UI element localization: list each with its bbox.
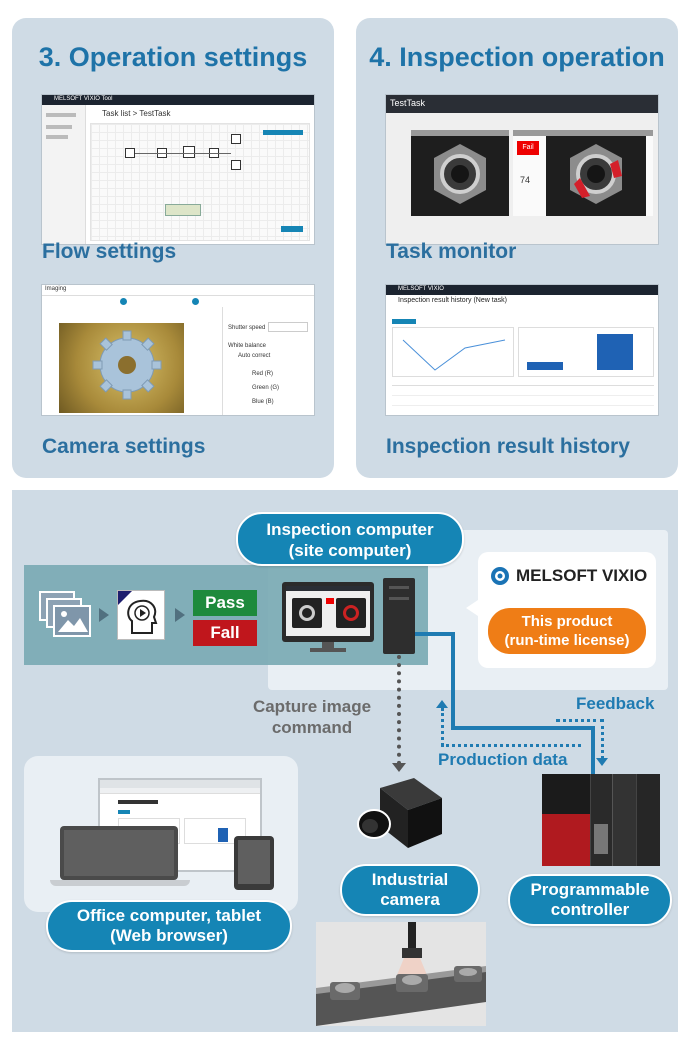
- pass-badge: Pass: [193, 590, 257, 616]
- product-callout: MELSOFT VIXIO This product (run-time lic…: [466, 552, 656, 668]
- task-monitor-label: Task monitor: [386, 240, 517, 263]
- industrial-camera-icon: [352, 778, 446, 860]
- inspection-computer-label: Inspection computer (site computer): [236, 512, 464, 566]
- arrow-right-icon-2: [175, 608, 185, 622]
- operation-settings-panel: 3. Operation settings MELSOFT VIXIO Tool…: [12, 18, 334, 478]
- feedback-label: Feedback: [576, 694, 655, 713]
- breadcrumb: Task list > TestTask: [102, 109, 171, 118]
- inspection-operation-panel: 4. Inspection operation TestTask Fail 74…: [356, 18, 678, 478]
- plc-cable-horizontal: [451, 726, 595, 730]
- capture-command-line: [397, 655, 401, 765]
- shutter-speed-input[interactable]: [268, 322, 308, 332]
- capture-arrow-head: [392, 763, 406, 772]
- fail-badge: Fail: [517, 141, 539, 155]
- ai-head-icon: [117, 590, 165, 640]
- plc-cable-down: [591, 726, 595, 776]
- image-stack-icon: [38, 590, 94, 640]
- capture-command-label: Capture image command: [252, 697, 372, 737]
- score-value: 74: [520, 175, 531, 185]
- plc-icon: [542, 774, 660, 866]
- production-line: [441, 744, 581, 747]
- flow-sidebar: [42, 105, 86, 244]
- office-computer-label: Office computer, tablet (Web browser): [46, 900, 292, 952]
- white-balance-label: White balance: [228, 343, 267, 349]
- arrow-right-icon: [99, 608, 109, 622]
- laptop-icon: [50, 826, 190, 888]
- blue-label: Blue (B): [252, 399, 274, 405]
- history-title: Inspection result history (New task): [398, 297, 507, 304]
- camera-screen-title: Imaging: [45, 286, 67, 292]
- conveyor-photo: [316, 922, 486, 1026]
- history-app-name: MELSOFT VIXIO: [398, 286, 444, 292]
- red-label: Red (R): [252, 371, 274, 377]
- feedback-arrow-head: [596, 758, 608, 766]
- license-badge: This product (run-time license): [488, 608, 646, 654]
- monitor-icon: [282, 582, 374, 654]
- camera-settings-screenshot: Imaging Shutter speed White balance Auto…: [41, 284, 315, 416]
- app-header: MELSOFT VIXIO Tool: [42, 95, 314, 105]
- history-screenshot: MELSOFT VIXIO Inspection result history …: [385, 284, 659, 416]
- production-data-label: Production data: [438, 750, 568, 769]
- feedback-line-down: [601, 719, 604, 759]
- operation-settings-title: 3. Operation settings: [38, 42, 308, 72]
- task-monitor-screenshot: TestTask Fail 74: [385, 94, 659, 245]
- fail-result-badge: Fall: [193, 620, 257, 646]
- camera-image-2: [546, 136, 646, 216]
- history-label: Inspection result history: [386, 435, 630, 458]
- task-name: TestTask: [390, 98, 426, 108]
- feedback-line: [556, 719, 604, 722]
- green-label: Green (G): [252, 385, 280, 391]
- industrial-camera-label: Industrial camera: [340, 864, 480, 916]
- flow-canvas: [90, 123, 310, 241]
- bar-chart-thumbnail: [518, 327, 654, 377]
- programmable-controller-label: Programmable controller: [508, 874, 672, 926]
- production-line-up: [441, 708, 444, 746]
- tablet-icon: [234, 836, 274, 890]
- flow-settings-screenshot: MELSOFT VIXIO Tool Task list > TestTask: [41, 94, 315, 245]
- line-chart-thumbnail: [392, 327, 514, 377]
- brand-name: MELSOFT VIXIO: [516, 566, 648, 585]
- gear-image: [59, 323, 184, 413]
- camera-image-1: [411, 130, 509, 216]
- tower-pc-icon: [383, 578, 415, 654]
- vixio-logo-icon: [491, 567, 509, 585]
- plc-cable-vertical: [451, 632, 455, 730]
- production-arrow-head: [436, 700, 448, 708]
- app-name: MELSOFT VIXIO Tool: [54, 96, 113, 102]
- inspection-operation-title: 4. Inspection operation: [369, 42, 665, 72]
- shutter-speed-label: Shutter speed: [228, 325, 266, 331]
- flow-settings-label: Flow settings: [42, 240, 177, 263]
- camera-settings-label: Camera settings: [42, 435, 206, 458]
- auto-correct-option[interactable]: Auto correct: [238, 353, 270, 359]
- plc-cable: [415, 632, 455, 636]
